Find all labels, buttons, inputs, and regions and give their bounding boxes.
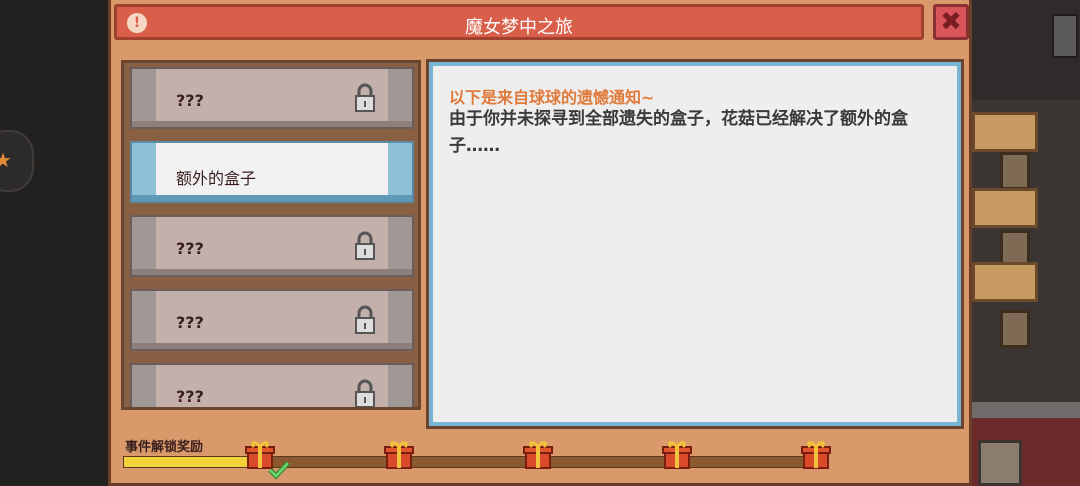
gift-icon[interactable] — [384, 440, 414, 470]
list-item-label: ??? — [176, 313, 204, 332]
message-title: 以下是来自球球的遗憾通知~ — [449, 88, 655, 107]
list-item-label: ??? — [176, 91, 204, 110]
lock-icon — [355, 379, 375, 407]
reward-progress-fill — [124, 457, 264, 467]
list-item-extra-box[interactable]: 额外的盒子 — [130, 141, 414, 203]
list-item-label: ??? — [176, 387, 204, 406]
event-list[interactable]: ??? 额外的盒子 ??? ??? ??? — [121, 60, 421, 410]
title-bar: ! 魔女梦中之旅 — [114, 4, 924, 40]
event-dialog: ! 魔女梦中之旅 ✖ ??? 额外的盒子 ??? ??? ??? 以下是来自球球… — [108, 0, 972, 486]
desk — [972, 188, 1038, 228]
chair — [1000, 152, 1030, 190]
list-item-label: 额外的盒子 — [176, 169, 257, 188]
gift-icon[interactable] — [662, 440, 692, 470]
list-item[interactable]: ??? — [130, 215, 414, 277]
message-body: 由于你并未探寻到全部遗失的盒子，花菇已经解决了额外的盒子…… — [449, 109, 908, 156]
star-icon: ★ — [0, 148, 12, 172]
background-left — [0, 0, 110, 486]
list-item-label: ??? — [176, 239, 204, 258]
reward-label: 事件解锁奖励 — [125, 440, 204, 455]
lock-icon — [355, 305, 375, 334]
gift-icon[interactable] — [523, 440, 553, 470]
check-icon — [268, 461, 290, 480]
gift-icon[interactable] — [801, 440, 831, 470]
list-item[interactable]: ??? — [130, 67, 414, 129]
wall-board — [1052, 14, 1078, 58]
reward-progress-bar — [123, 456, 825, 468]
list-item[interactable]: ??? — [130, 289, 414, 351]
dialog-title: 魔女梦中之旅 — [465, 17, 573, 38]
lock-icon — [355, 83, 375, 112]
close-button[interactable]: ✖ — [933, 4, 969, 40]
door — [978, 440, 1022, 486]
floor-strip — [968, 402, 1080, 418]
message-panel: 以下是来自球球的遗憾通知~ 由于你并未探寻到全部遗失的盒子，花菇已经解决了额外的… — [426, 59, 964, 429]
lock-icon — [355, 231, 375, 260]
desk — [972, 112, 1038, 152]
chair — [1000, 310, 1030, 348]
desk — [972, 262, 1038, 302]
list-item[interactable]: ??? — [130, 363, 414, 407]
